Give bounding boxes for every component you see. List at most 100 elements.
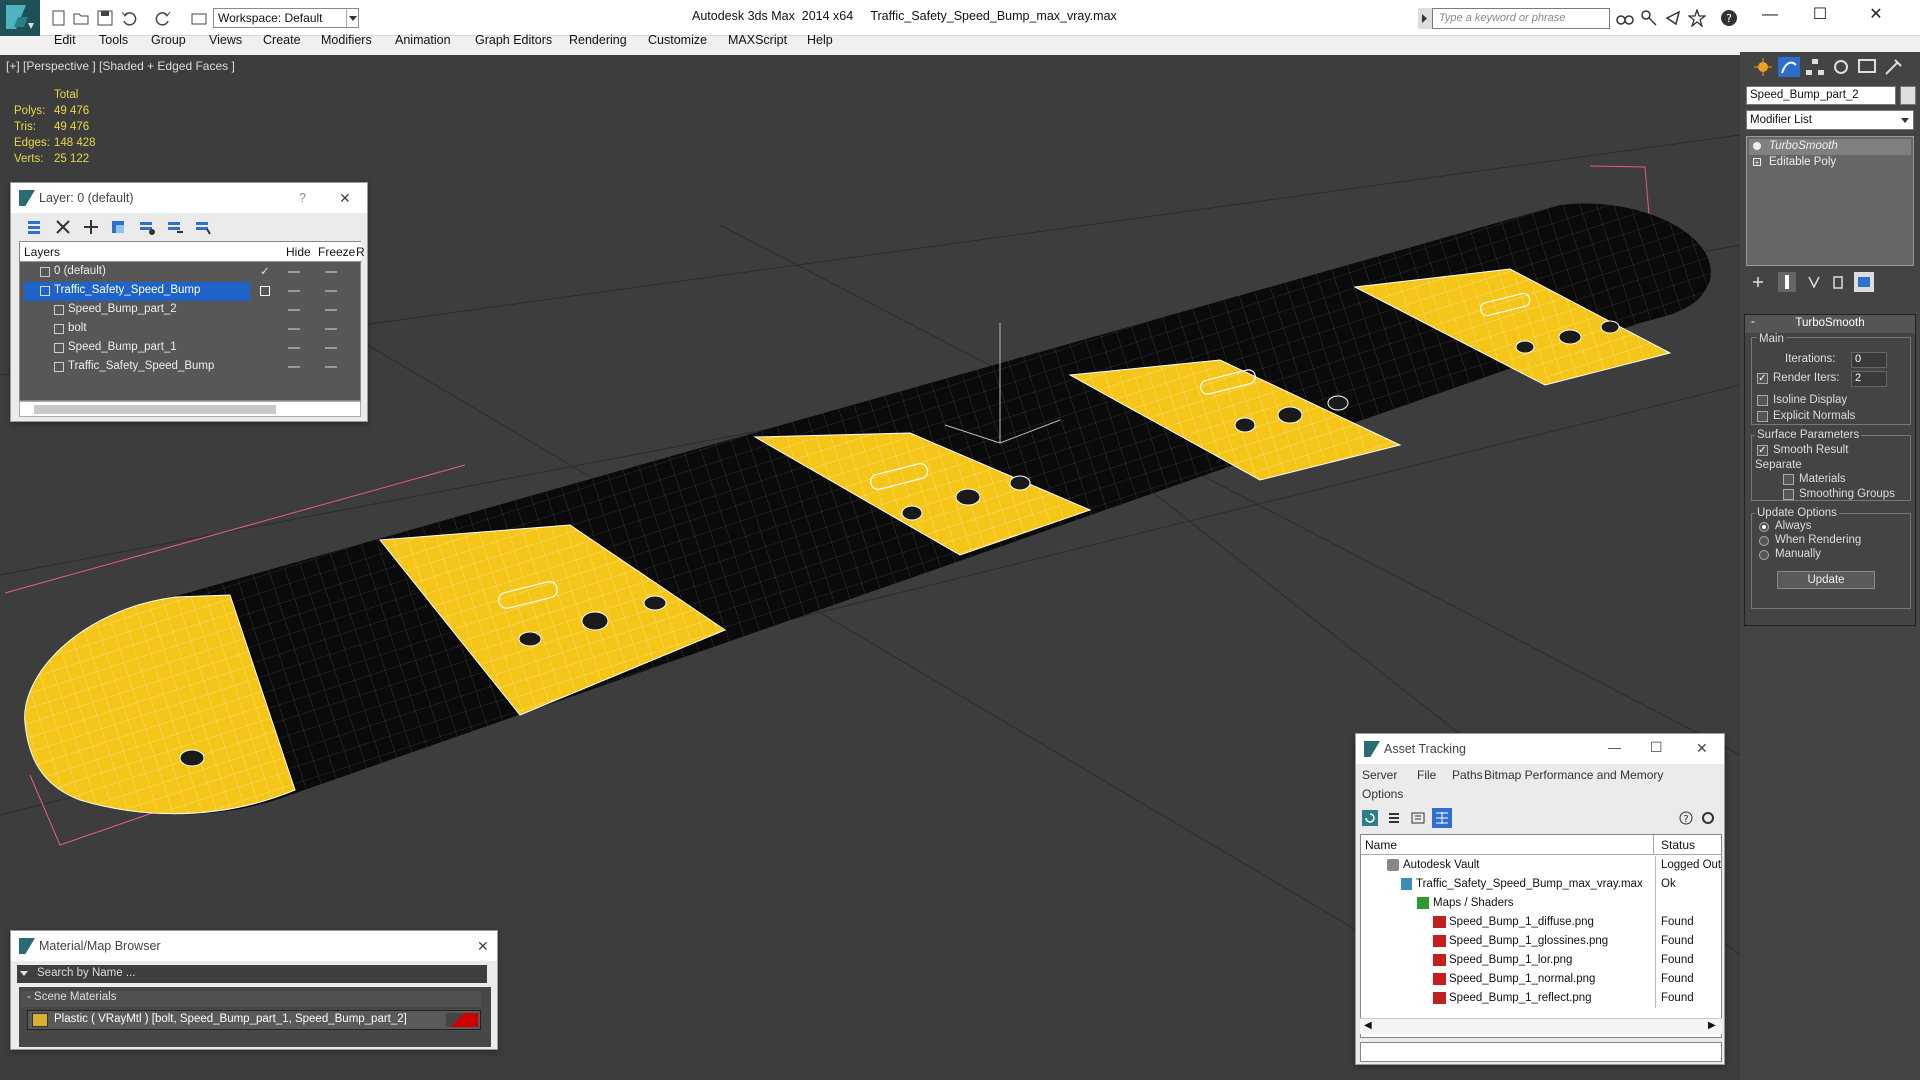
search-expand-icon[interactable] [1418,8,1432,29]
asset-row[interactable]: Autodesk Vault Logged Out [1361,856,1721,875]
render-iters-checkbox[interactable]: ✓ [1757,373,1768,384]
scrollbar-thumb[interactable] [34,405,276,414]
refresh-icon[interactable] [1362,810,1378,826]
close-window-button[interactable]: ✕ [1856,4,1896,28]
communication-center-icon[interactable] [1664,9,1682,27]
minimize-button[interactable]: — [1750,4,1790,28]
rollout-header[interactable]: - TurboSmooth [1745,315,1915,333]
configure-sets-icon[interactable] [1854,272,1874,292]
render-iters-spinner[interactable]: 2 [1851,371,1887,387]
asset-row[interactable]: Speed_Bump_1_normal.png Found [1361,970,1721,989]
undo-icon[interactable] [120,9,138,27]
maximize-button[interactable]: ☐ [1800,4,1840,28]
menu-help[interactable]: Help [807,33,833,47]
workspace-dropdown[interactable]: Workspace: Default [213,8,359,28]
layer-row[interactable]: bolt [20,320,362,339]
project-folder-icon[interactable] [190,9,208,27]
binoculars-icon[interactable] [1616,9,1634,27]
asset-path-field[interactable] [1360,1042,1722,1062]
expand-icon[interactable]: + [1753,158,1761,167]
hide-toggle[interactable] [288,347,300,349]
object-color-swatch[interactable] [1900,86,1916,105]
materials-checkbox[interactable] [1783,474,1794,485]
scene-materials-section[interactable]: - Scene Materials [21,991,481,1007]
tree-view-icon[interactable] [1410,810,1426,826]
create-layer-icon[interactable] [25,217,45,237]
update-button[interactable]: Update [1777,571,1875,589]
freeze-toggle[interactable] [325,366,337,368]
menu-server[interactable]: Server [1362,766,1397,785]
browser-options-icon[interactable] [17,965,31,983]
pin-stack-icon[interactable] [1750,274,1766,290]
material-browser-titlebar[interactable]: Material/Map Browser ✕ [11,931,497,961]
key-icon[interactable] [1640,9,1658,27]
menu-graph-editors[interactable]: Graph Editors [475,33,552,47]
material-search-input[interactable]: Search by Name ... [31,965,487,983]
column-name[interactable]: Name [1365,838,1397,852]
favorites-star-icon[interactable] [1688,9,1706,27]
layer-row[interactable]: 0 (default) ✓ [20,263,362,282]
set-active-checkbox[interactable] [260,286,270,296]
settings-icon[interactable] [1700,810,1716,826]
horizontal-scrollbar[interactable]: ◀ ▶ [1360,1018,1722,1034]
isoline-display-checkbox[interactable] [1757,395,1768,406]
iterations-spinner[interactable]: 0 [1851,352,1887,368]
horizontal-scrollbar[interactable] [19,401,361,417]
maximize-button[interactable]: ☐ [1650,739,1663,756]
freeze-all-layers-icon[interactable] [193,217,213,237]
active-layer-check-icon[interactable]: ✓ [260,264,270,278]
object-name-field[interactable]: Speed_Bump_part_2 [1746,86,1896,105]
highlight-layer-icon[interactable] [137,217,157,237]
column-render[interactable]: R [356,245,365,259]
hide-all-layers-icon[interactable] [165,217,185,237]
asset-row[interactable]: Traffic_Safety_Speed_Bump_max_vray.max O… [1361,875,1721,894]
freeze-toggle[interactable] [325,328,337,330]
list-view-icon[interactable] [1386,810,1402,826]
layer-panel-titlebar[interactable]: Layer: 0 (default) ? ✕ [11,183,367,213]
column-freeze[interactable]: Freeze [318,245,355,259]
menu-modifiers[interactable]: Modifiers [321,33,372,47]
redo-icon[interactable] [154,9,172,27]
remove-modifier-icon[interactable] [1830,274,1846,290]
hide-toggle[interactable] [288,328,300,330]
make-unique-icon[interactable] [1806,274,1822,290]
menu-bitmap-performance[interactable]: Bitmap Performance and Memory [1484,766,1663,785]
display-tab-icon[interactable] [1856,57,1878,77]
menu-tools[interactable]: Tools [99,33,128,47]
modifier-turbosmooth[interactable]: TurboSmooth [1749,139,1911,155]
asset-row[interactable]: Speed_Bump_1_diffuse.png Found [1361,913,1721,932]
new-file-icon[interactable] [50,9,68,27]
viewport-label[interactable]: [+] [Perspective ] [Shaded + Edged Faces… [6,59,235,73]
always-radio[interactable] [1759,522,1769,532]
open-file-icon[interactable] [72,9,90,27]
when-rendering-radio[interactable] [1759,536,1769,546]
menu-create[interactable]: Create [263,33,301,47]
utilities-tab-icon[interactable] [1882,57,1904,77]
modifier-list-dropdown[interactable]: Modifier List [1746,110,1914,130]
close-button[interactable]: ✕ [477,938,489,955]
help-icon[interactable]: ? [1720,9,1738,27]
menu-animation[interactable]: Animation [395,33,451,47]
layer-row[interactable]: Traffic_Safety_Speed_Bump [20,282,362,301]
smooth-result-checkbox[interactable]: ✓ [1757,445,1768,456]
menu-file[interactable]: File [1417,766,1436,785]
freeze-toggle[interactable] [325,347,337,349]
freeze-toggle[interactable] [325,309,337,311]
hierarchy-tab-icon[interactable] [1804,57,1826,77]
app-menu-button[interactable] [0,0,40,36]
modify-tab-icon[interactable] [1778,57,1800,77]
layer-row[interactable]: Speed_Bump_part_1 [20,339,362,358]
freeze-toggle[interactable] [325,271,337,273]
asset-tracking-titlebar[interactable]: Asset Tracking — ☐ ✕ [1356,734,1724,764]
search-input[interactable]: Type a keyword or phrase [1432,8,1610,29]
menu-edit[interactable]: Edit [54,33,76,47]
close-button[interactable]: ✕ [1696,740,1708,757]
menu-paths[interactable]: Paths [1452,766,1483,785]
layer-row[interactable]: Traffic_Safety_Speed_Bump [20,358,362,377]
column-hide[interactable]: Hide [286,245,311,259]
explicit-normals-checkbox[interactable] [1757,411,1768,422]
hide-toggle[interactable] [288,366,300,368]
help-button[interactable]: ? [299,191,306,205]
asset-row[interactable]: Speed_Bump_1_lor.png Found [1361,951,1721,970]
asset-row[interactable]: Maps / Shaders [1361,894,1721,913]
